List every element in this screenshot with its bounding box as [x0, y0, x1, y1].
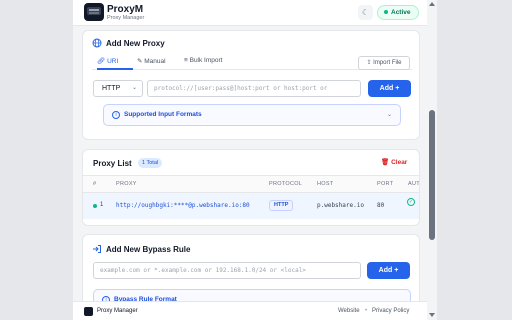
app-subtitle: Proxy Manager — [107, 15, 145, 21]
supported-formats-toggle[interactable]: i Supported Input Formats ⌄ — [103, 104, 401, 126]
chevron-down-icon: ⌄ — [386, 112, 392, 118]
info-icon: i — [112, 111, 120, 119]
row-host: p.webshare.io — [317, 202, 364, 209]
add-proxy-button[interactable]: Add + — [368, 80, 411, 97]
arrow-right-to-bracket-icon — [92, 244, 102, 256]
chevron-down-icon: ⌄ — [131, 85, 137, 91]
edit-icon: ✎ — [137, 58, 143, 65]
status-badge[interactable]: Active — [377, 5, 419, 20]
check-circle-icon: ✓ — [407, 198, 415, 206]
col-auth: AUT — [408, 181, 420, 187]
proxy-table-header: # PROXY PROTOCOL HOST PORT AUT — [83, 175, 420, 193]
scrollbar[interactable] — [427, 0, 437, 320]
list-icon: ≡ — [184, 57, 188, 64]
proxy-uri-input[interactable]: protocol://[user:pass@]host:port or host… — [147, 80, 361, 97]
moon-icon: ☾ — [361, 8, 370, 17]
col-port: PORT — [377, 181, 394, 187]
website-link[interactable]: Website — [338, 308, 360, 314]
tab-manual-label: Manual — [144, 58, 166, 65]
protocol-select[interactable]: HTTP ⌄ — [93, 80, 143, 97]
tab-uri[interactable]: 🔗︎ URI — [97, 57, 118, 65]
status-dot — [384, 10, 388, 15]
status-label: Active — [391, 9, 411, 16]
proxy-list-card: Proxy List 1 Total 🗑︎ Clear # PROXY PROT… — [82, 149, 420, 226]
link-icon: 🔗︎ — [97, 58, 106, 65]
theme-toggle-button[interactable]: ☾ — [358, 5, 373, 20]
row-protocol-badge: HTTP — [269, 200, 294, 211]
bypass-rule-input[interactable]: example.com or *.example.com or 192.168.… — [93, 262, 361, 279]
scrollbar-thumb[interactable] — [429, 110, 435, 240]
import-file-button[interactable]: ⇪ Import File — [358, 56, 410, 70]
scroll-up-arrow[interactable] — [429, 2, 435, 6]
tab-bulk-label: Bulk Import — [189, 57, 223, 64]
footer-app-name: Proxy Manager — [97, 308, 138, 314]
row-index: 1 — [100, 202, 104, 208]
app-title: ProxyM — [107, 4, 144, 15]
app-header: ProxyM Proxy Manager ☾ Active — [73, 0, 427, 26]
col-proxy: PROXY — [116, 181, 137, 187]
extension-popup: ProxyM Proxy Manager ☾ Active Add New Pr… — [73, 0, 427, 320]
col-index: # — [93, 181, 97, 187]
footer-separator: • — [365, 308, 368, 314]
import-file-label: Import File — [373, 60, 402, 66]
bypass-title: Add New Bypass Rule — [106, 245, 191, 254]
trash-icon: 🗑︎ — [381, 159, 390, 166]
upload-icon: ⇪ — [366, 60, 372, 66]
active-tab-indicator — [97, 68, 133, 70]
row-status-dot — [93, 204, 97, 208]
add-proxy-title: Add New Proxy — [106, 39, 165, 48]
footer: Proxy Manager Website • Privacy Policy — [73, 301, 427, 320]
clear-label: Clear — [391, 159, 408, 166]
protocol-value: HTTP — [102, 85, 121, 92]
scroll-down-arrow[interactable] — [429, 313, 435, 317]
app-logo — [84, 3, 104, 21]
row-proxy: http://oughbgki:****@p.webshare.io:80 — [116, 202, 250, 209]
add-bypass-button[interactable]: Add + — [367, 262, 410, 279]
table-row[interactable]: 1 http://oughbgki:****@p.webshare.io:80 … — [83, 193, 419, 219]
tab-manual[interactable]: ✎ Manual — [137, 57, 166, 65]
col-host: HOST — [317, 181, 334, 187]
clear-proxies-button[interactable]: 🗑︎ Clear — [381, 158, 407, 166]
tab-uri-label: URI — [107, 58, 119, 65]
row-port: 80 — [377, 202, 385, 209]
proxy-count-badge: 1 Total — [138, 158, 163, 168]
footer-logo — [84, 307, 93, 316]
proxy-list-title: Proxy List — [93, 159, 132, 168]
col-protocol: PROTOCOL — [269, 181, 303, 187]
supported-formats-label: Supported Input Formats — [124, 111, 202, 118]
globe-icon — [92, 38, 102, 50]
privacy-policy-link[interactable]: Privacy Policy — [372, 308, 409, 314]
tab-bulk-import[interactable]: ≡ Bulk Import — [184, 57, 222, 64]
add-proxy-card: Add New Proxy 🔗︎ URI ✎ Manual ≡ Bulk Imp… — [82, 30, 420, 140]
